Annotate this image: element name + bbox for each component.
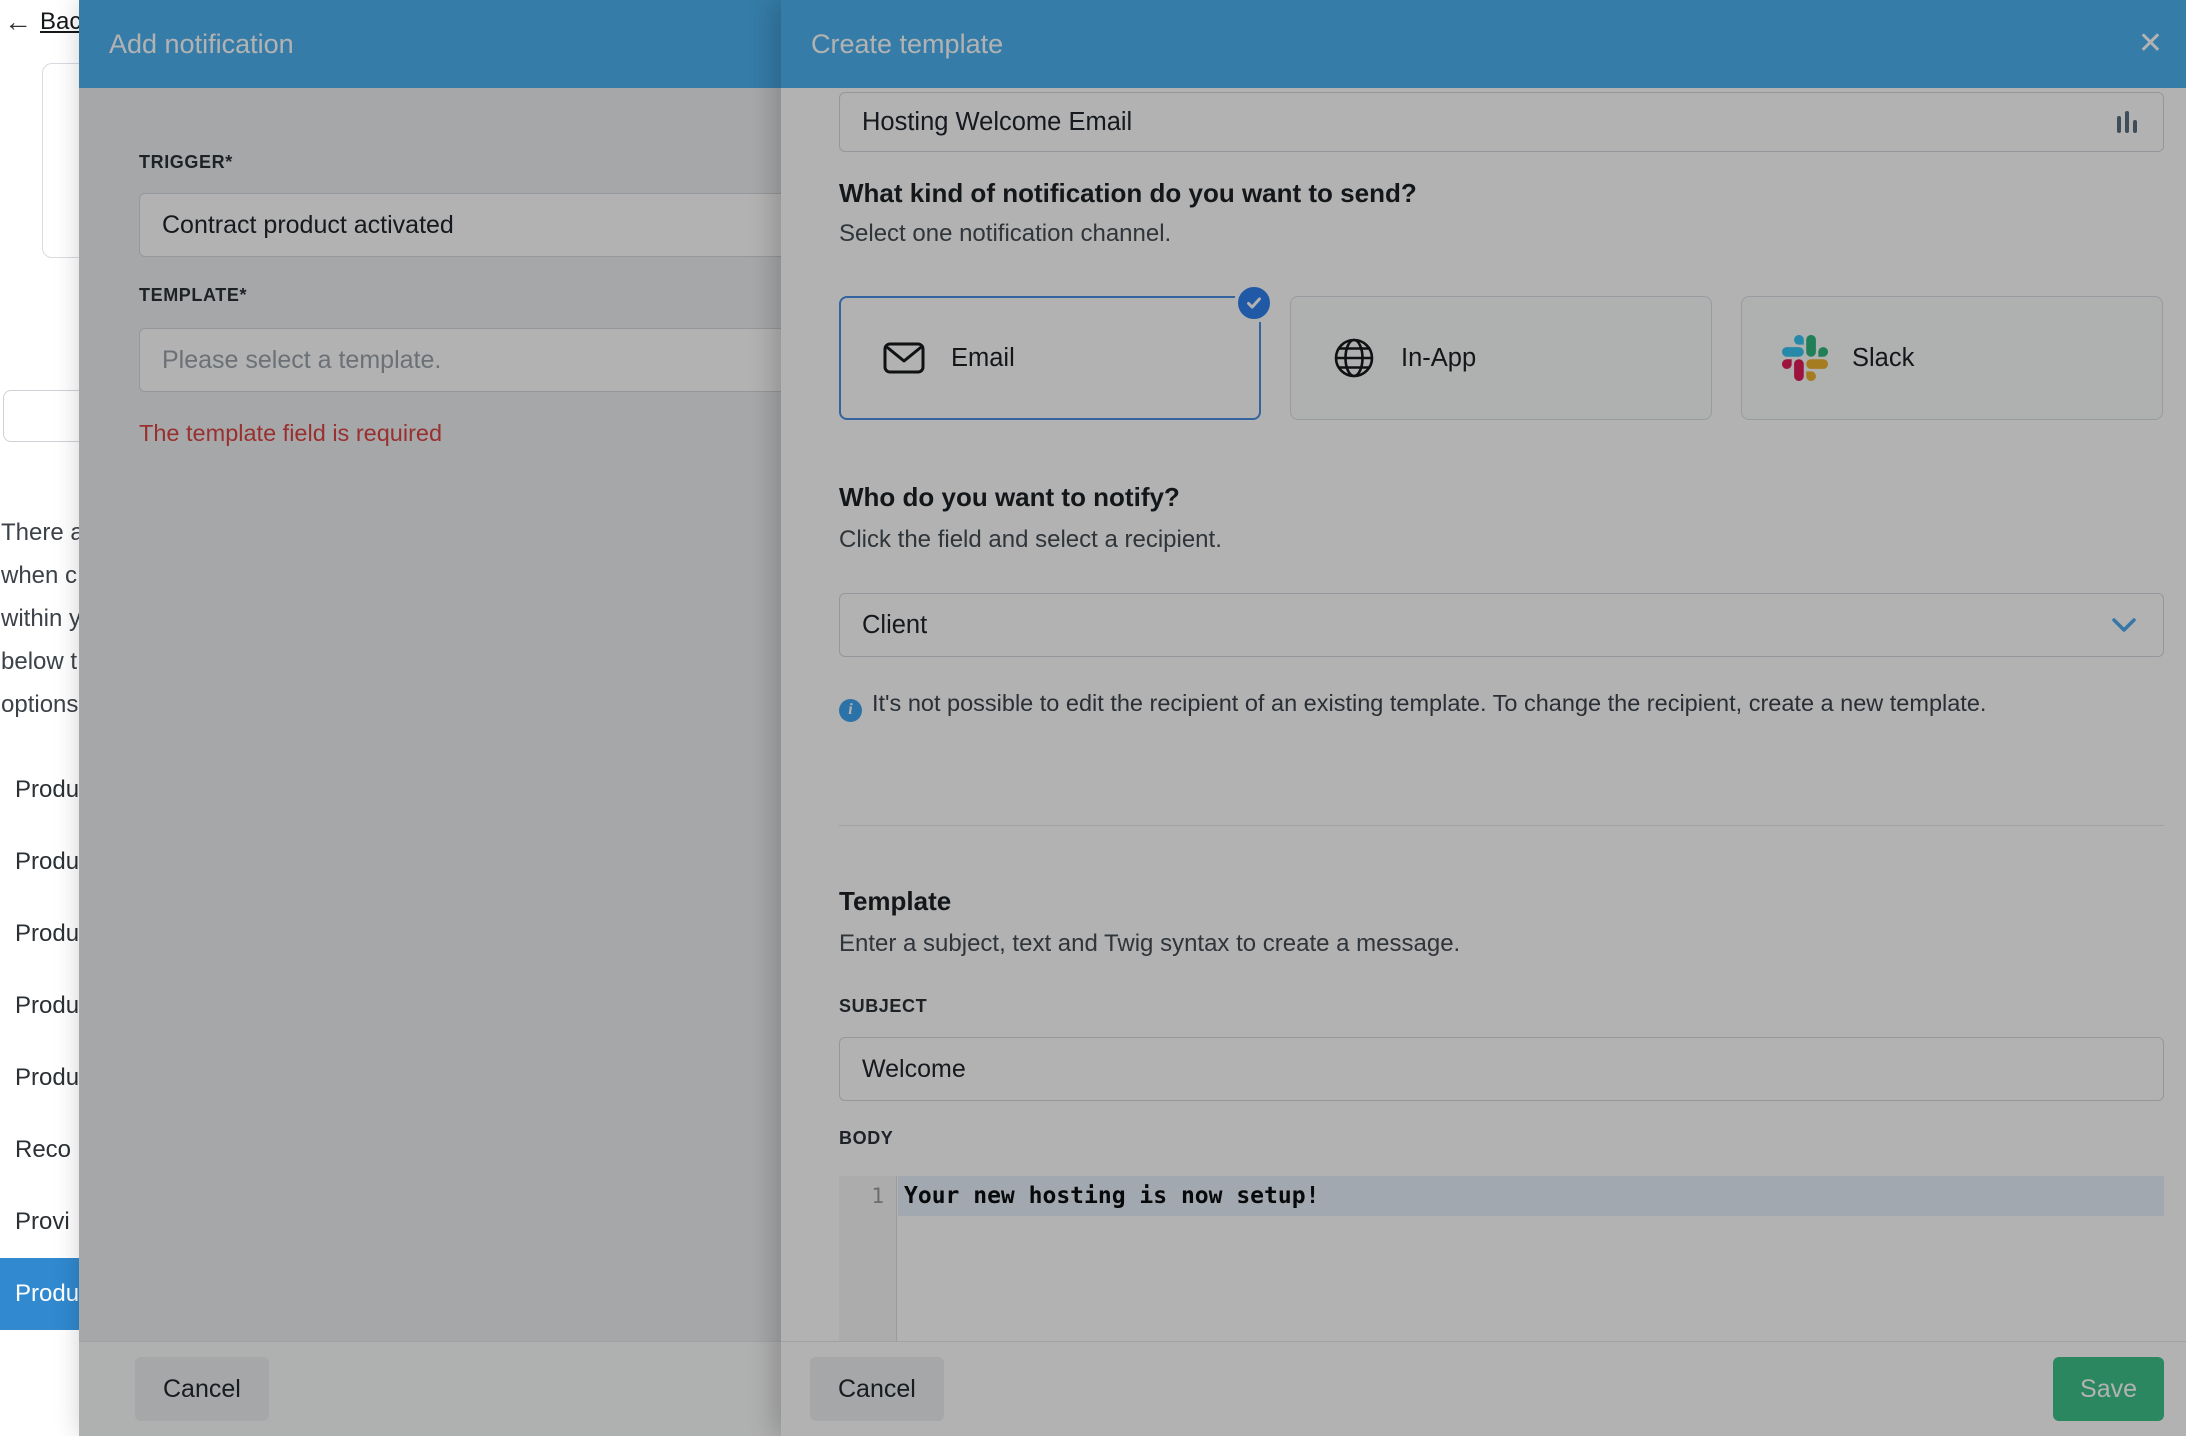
paragraph-line: options [1,691,79,718]
menu-item-label: Produ [15,1064,80,1091]
back-arrow-icon: ← [4,6,32,37]
app-root: ← Bac There a when c within y below t op… [0,0,2186,1436]
menu-item-label: Produ [15,1280,80,1307]
menu-item-label: Produ [15,920,80,947]
paragraph-line: within y [1,605,82,632]
paragraph-line: when c [1,562,78,589]
menu-item-label: Provi [15,1208,70,1235]
menu-item-label: Reco [15,1136,72,1163]
menu-item-label: Produ [15,776,80,803]
modal-overlay[interactable] [79,0,2186,1436]
background-paragraph: There a when c within y below t options [1,511,84,726]
menu-item-label: Produ [15,992,80,1019]
back-link[interactable]: ← Bac [4,8,81,36]
back-link-label: Bac [40,8,82,35]
paragraph-line: There a [1,519,84,546]
menu-item-label: Produ [15,848,80,875]
paragraph-line: below t [1,648,78,675]
add-notification-drawer: Add notification TRIGGER* Contract produ… [79,0,2186,1436]
